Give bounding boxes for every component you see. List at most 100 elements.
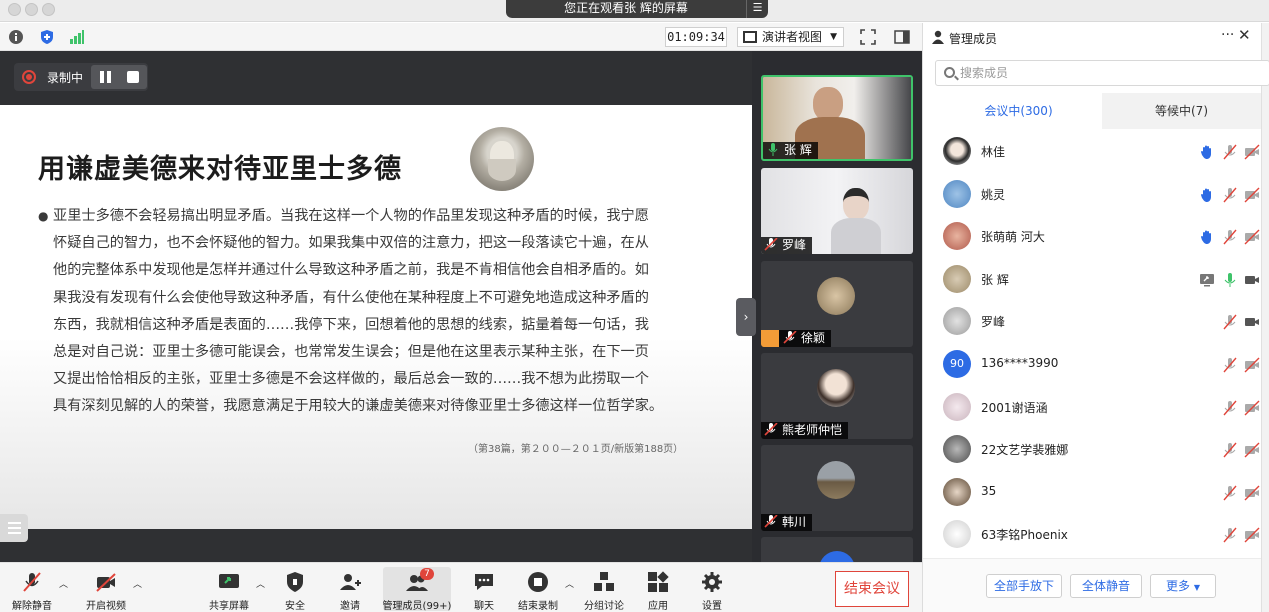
recording-indicator: 录制中 xyxy=(14,63,148,91)
window-zoom-button[interactable] xyxy=(42,3,55,16)
shield-icon[interactable] xyxy=(39,29,55,45)
video-strip[interactable]: 张 辉 罗峰 徐颖 熊老师仲恺 韩川 xyxy=(752,51,922,562)
chevron-up-icon[interactable]: ︿ xyxy=(133,577,142,590)
mic-muted-icon[interactable] xyxy=(1222,314,1238,330)
mic-muted-icon xyxy=(23,572,41,592)
more-options-icon[interactable]: ··· xyxy=(1221,27,1234,43)
video-on-icon[interactable] xyxy=(1244,272,1260,288)
participant-row[interactable]: 22文艺学裴雅娜 xyxy=(923,429,1261,471)
start-video-button[interactable]: 开启视频 ︿ xyxy=(76,567,142,612)
video-tile[interactable]: 韩川 xyxy=(761,445,913,531)
video-tile[interactable]: 张 辉 xyxy=(761,75,913,161)
tab-in-meeting[interactable]: 会议中(300) xyxy=(935,93,1102,129)
view-mode-select[interactable]: 演讲者视图 ▼ xyxy=(737,27,844,47)
speaker-view-icon xyxy=(743,31,757,43)
share-screen-button[interactable]: 共享屏幕 ︿ xyxy=(199,567,265,612)
participant-row[interactable]: 63李铭Phoenix xyxy=(923,514,1261,556)
gear-icon xyxy=(702,572,722,592)
participant-row[interactable]: 90 136****3990 xyxy=(923,344,1261,386)
avatar xyxy=(817,461,855,499)
lower-all-hands-button[interactable]: 全部手放下 xyxy=(986,574,1062,598)
video-off-icon[interactable] xyxy=(1244,229,1260,245)
mic-muted-icon[interactable] xyxy=(1222,187,1238,203)
mic-muted-icon[interactable] xyxy=(1222,527,1238,543)
stop-record-icon xyxy=(528,572,548,592)
video-tile-name: 罗峰 xyxy=(761,237,813,254)
collapse-strip-button[interactable]: › xyxy=(736,298,756,336)
raised-hand-icon xyxy=(1199,144,1215,160)
manage-participants-button[interactable]: 7 管理成员(99+) xyxy=(383,567,451,612)
invite-button[interactable]: 邀请 xyxy=(320,567,380,612)
window-minimize-button[interactable] xyxy=(25,3,38,16)
chevron-up-icon[interactable]: ︿ xyxy=(565,577,574,590)
menu-icon[interactable]: ☰ xyxy=(746,0,768,18)
tab-waiting-room[interactable]: 等候中(7) xyxy=(1102,93,1261,129)
list-icon[interactable] xyxy=(0,514,28,542)
person-head xyxy=(843,188,869,220)
participant-row[interactable]: 林佳 xyxy=(923,131,1261,173)
mic-muted-icon[interactable] xyxy=(1222,357,1238,373)
participants-badge: 7 xyxy=(420,568,434,580)
chevron-up-icon[interactable]: ︿ xyxy=(59,577,68,590)
video-tile[interactable] xyxy=(761,537,913,562)
presentation-slide: 用谦虚美德来对待亚里士多德 ● 亚里士多德不会轻易搞出明显矛盾。当我在这样一个人… xyxy=(0,105,752,542)
video-off-icon[interactable] xyxy=(1244,357,1260,373)
mic-muted-icon[interactable] xyxy=(1222,485,1238,501)
person-icon xyxy=(932,30,944,44)
participant-row[interactable]: 罗峰 xyxy=(923,301,1261,343)
mic-muted-icon[interactable] xyxy=(1222,442,1238,458)
window-close-button[interactable] xyxy=(8,3,21,16)
participant-row[interactable]: 姚灵 xyxy=(923,174,1261,216)
mic-on-icon[interactable] xyxy=(1222,272,1238,288)
search-input[interactable] xyxy=(960,64,1260,82)
participant-row[interactable]: 张萌萌 河大 xyxy=(923,216,1261,258)
signal-icon[interactable] xyxy=(69,29,85,45)
panel-header: 管理成员 ··· ✕ xyxy=(923,23,1269,51)
mic-muted-icon[interactable] xyxy=(1222,144,1238,160)
close-icon[interactable]: ✕ xyxy=(1238,26,1251,44)
video-tile[interactable]: 熊老师仲恺 xyxy=(761,353,913,439)
participant-row[interactable]: 张 辉 xyxy=(923,259,1261,301)
video-off-icon[interactable] xyxy=(1244,442,1260,458)
bottom-toolbar: 解除静音 ︿ 开启视频 ︿ 共享屏幕 ︿ 安全 邀请 7 管理成员(99+) 聊… xyxy=(0,562,922,612)
avatar xyxy=(943,520,971,549)
chevron-up-icon[interactable]: ︿ xyxy=(256,577,265,590)
unmute-button[interactable]: 解除静音 ︿ xyxy=(2,567,68,612)
video-off-icon[interactable] xyxy=(1244,400,1260,416)
share-screen-icon xyxy=(219,574,239,588)
panel-footer: 全部手放下 全体静音 更多 ▼ xyxy=(923,558,1261,612)
panel-title: 管理成员 xyxy=(949,32,998,46)
mic-on-icon xyxy=(768,143,778,156)
video-tile[interactable]: 罗峰 xyxy=(761,168,913,254)
end-recording-button[interactable]: 结束录制 ︿ xyxy=(508,567,574,612)
settings-button[interactable]: 设置 xyxy=(682,567,742,612)
info-icon[interactable] xyxy=(8,29,24,45)
mute-all-button[interactable]: 全体静音 xyxy=(1070,574,1142,598)
pause-recording-button[interactable] xyxy=(91,65,119,89)
video-on-icon[interactable] xyxy=(1244,314,1260,330)
mic-muted-icon[interactable] xyxy=(1222,400,1238,416)
participant-row[interactable]: 35 xyxy=(923,472,1261,514)
more-button[interactable]: 更多 ▼ xyxy=(1150,574,1216,598)
end-meeting-button[interactable]: 结束会议 xyxy=(835,571,909,607)
slide-line: 总是对自己说：亚里士多德可能误会，也常常发生误会；但是他在这里表示某种主张，在下… xyxy=(53,344,649,361)
layout-icon[interactable] xyxy=(894,29,910,45)
search-icon xyxy=(944,67,955,78)
search-box xyxy=(935,60,1269,86)
fullscreen-icon[interactable] xyxy=(860,29,876,45)
video-off-icon[interactable] xyxy=(1244,485,1260,501)
mic-muted-icon[interactable] xyxy=(1222,229,1238,245)
stop-recording-button[interactable] xyxy=(127,71,139,83)
participant-row[interactable]: 2001谢语涵 xyxy=(923,387,1261,429)
video-off-icon[interactable] xyxy=(1244,527,1260,543)
video-off-icon[interactable] xyxy=(1244,144,1260,160)
mic-muted-icon xyxy=(764,423,778,436)
participant-tabs: 会议中(300) 等候中(7) xyxy=(923,93,1269,129)
participant-name: 张 辉 xyxy=(981,272,1009,287)
share-banner-text: 您正在观看张 辉的屏幕 xyxy=(564,1,688,15)
video-tile-name: 徐颖 xyxy=(761,330,832,347)
start-video-label: 开启视频 xyxy=(86,601,126,612)
video-tile[interactable]: 徐颖 xyxy=(761,261,913,347)
slide-citation: （第38篇，第２００—２０１页/新版第188页） xyxy=(468,444,684,455)
video-off-icon[interactable] xyxy=(1244,187,1260,203)
